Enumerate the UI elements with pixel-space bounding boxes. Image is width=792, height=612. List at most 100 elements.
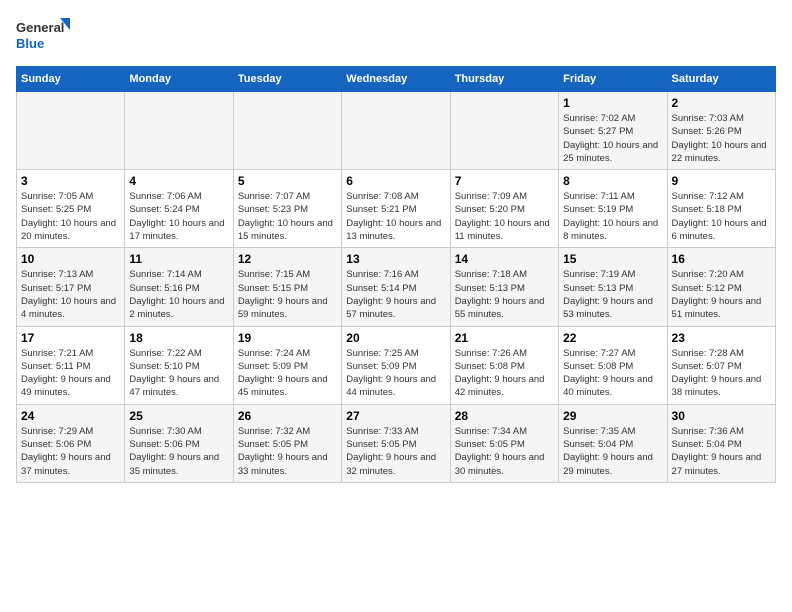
day-cell: 24 Sunrise: 7:29 AM Sunset: 5:06 PM Dayli… <box>17 404 125 482</box>
day-number: 21 <box>455 331 554 345</box>
calendar-table: SundayMondayTuesdayWednesdayThursdayFrid… <box>16 66 776 483</box>
day-info: Sunrise: 7:05 AM Sunset: 5:25 PM Dayligh… <box>21 190 120 243</box>
svg-text:General: General <box>16 20 64 35</box>
day-number: 28 <box>455 409 554 423</box>
col-header-thursday: Thursday <box>450 67 558 92</box>
day-info: Sunrise: 7:29 AM Sunset: 5:06 PM Dayligh… <box>21 425 120 478</box>
day-cell: 16 Sunrise: 7:20 AM Sunset: 5:12 PM Dayli… <box>667 248 775 326</box>
day-number: 19 <box>238 331 337 345</box>
day-cell: 12 Sunrise: 7:15 AM Sunset: 5:15 PM Dayli… <box>233 248 341 326</box>
day-cell: 21 Sunrise: 7:26 AM Sunset: 5:08 PM Dayli… <box>450 326 558 404</box>
day-info: Sunrise: 7:26 AM Sunset: 5:08 PM Dayligh… <box>455 347 554 400</box>
day-number: 20 <box>346 331 445 345</box>
day-number: 12 <box>238 252 337 266</box>
day-info: Sunrise: 7:36 AM Sunset: 5:04 PM Dayligh… <box>672 425 771 478</box>
day-number: 7 <box>455 174 554 188</box>
day-info: Sunrise: 7:24 AM Sunset: 5:09 PM Dayligh… <box>238 347 337 400</box>
day-cell: 23 Sunrise: 7:28 AM Sunset: 5:07 PM Dayli… <box>667 326 775 404</box>
day-info: Sunrise: 7:16 AM Sunset: 5:14 PM Dayligh… <box>346 268 445 321</box>
day-info: Sunrise: 7:27 AM Sunset: 5:08 PM Dayligh… <box>563 347 662 400</box>
week-row-1: 1 Sunrise: 7:02 AM Sunset: 5:27 PM Daylig… <box>17 92 776 170</box>
day-info: Sunrise: 7:09 AM Sunset: 5:20 PM Dayligh… <box>455 190 554 243</box>
day-cell: 9 Sunrise: 7:12 AM Sunset: 5:18 PM Daylig… <box>667 170 775 248</box>
day-info: Sunrise: 7:03 AM Sunset: 5:26 PM Dayligh… <box>672 112 771 165</box>
day-number: 9 <box>672 174 771 188</box>
day-cell: 7 Sunrise: 7:09 AM Sunset: 5:20 PM Daylig… <box>450 170 558 248</box>
header-row: SundayMondayTuesdayWednesdayThursdayFrid… <box>17 67 776 92</box>
week-row-3: 10 Sunrise: 7:13 AM Sunset: 5:17 PM Dayli… <box>17 248 776 326</box>
svg-text:Blue: Blue <box>16 36 44 51</box>
day-cell: 22 Sunrise: 7:27 AM Sunset: 5:08 PM Dayli… <box>559 326 667 404</box>
day-number: 15 <box>563 252 662 266</box>
week-row-2: 3 Sunrise: 7:05 AM Sunset: 5:25 PM Daylig… <box>17 170 776 248</box>
col-header-monday: Monday <box>125 67 233 92</box>
day-number: 30 <box>672 409 771 423</box>
day-number: 27 <box>346 409 445 423</box>
week-row-5: 24 Sunrise: 7:29 AM Sunset: 5:06 PM Dayli… <box>17 404 776 482</box>
day-cell: 14 Sunrise: 7:18 AM Sunset: 5:13 PM Dayli… <box>450 248 558 326</box>
day-number: 2 <box>672 96 771 110</box>
day-info: Sunrise: 7:33 AM Sunset: 5:05 PM Dayligh… <box>346 425 445 478</box>
day-info: Sunrise: 7:14 AM Sunset: 5:16 PM Dayligh… <box>129 268 228 321</box>
col-header-sunday: Sunday <box>17 67 125 92</box>
day-cell: 17 Sunrise: 7:21 AM Sunset: 5:11 PM Dayli… <box>17 326 125 404</box>
day-number: 11 <box>129 252 228 266</box>
header: GeneralBlue <box>16 16 776 56</box>
day-number: 13 <box>346 252 445 266</box>
day-cell: 15 Sunrise: 7:19 AM Sunset: 5:13 PM Dayli… <box>559 248 667 326</box>
day-info: Sunrise: 7:15 AM Sunset: 5:15 PM Dayligh… <box>238 268 337 321</box>
day-number: 17 <box>21 331 120 345</box>
day-info: Sunrise: 7:28 AM Sunset: 5:07 PM Dayligh… <box>672 347 771 400</box>
day-info: Sunrise: 7:19 AM Sunset: 5:13 PM Dayligh… <box>563 268 662 321</box>
day-number: 10 <box>21 252 120 266</box>
day-cell <box>125 92 233 170</box>
day-cell <box>233 92 341 170</box>
day-number: 4 <box>129 174 228 188</box>
day-info: Sunrise: 7:21 AM Sunset: 5:11 PM Dayligh… <box>21 347 120 400</box>
day-number: 29 <box>563 409 662 423</box>
day-cell: 5 Sunrise: 7:07 AM Sunset: 5:23 PM Daylig… <box>233 170 341 248</box>
day-info: Sunrise: 7:32 AM Sunset: 5:05 PM Dayligh… <box>238 425 337 478</box>
day-cell: 28 Sunrise: 7:34 AM Sunset: 5:05 PM Dayli… <box>450 404 558 482</box>
day-number: 23 <box>672 331 771 345</box>
day-cell: 11 Sunrise: 7:14 AM Sunset: 5:16 PM Dayli… <box>125 248 233 326</box>
day-number: 25 <box>129 409 228 423</box>
day-info: Sunrise: 7:18 AM Sunset: 5:13 PM Dayligh… <box>455 268 554 321</box>
day-number: 1 <box>563 96 662 110</box>
day-cell: 27 Sunrise: 7:33 AM Sunset: 5:05 PM Dayli… <box>342 404 450 482</box>
day-cell: 4Sunrise: 7:06 AM Sunset: 5:24 PM Daylig… <box>125 170 233 248</box>
day-info: Sunrise: 7:22 AM Sunset: 5:10 PM Dayligh… <box>129 347 228 400</box>
day-info: Sunrise: 7:34 AM Sunset: 5:05 PM Dayligh… <box>455 425 554 478</box>
day-info: Sunrise: 7:07 AM Sunset: 5:23 PM Dayligh… <box>238 190 337 243</box>
day-cell: 26 Sunrise: 7:32 AM Sunset: 5:05 PM Dayli… <box>233 404 341 482</box>
day-number: 26 <box>238 409 337 423</box>
day-cell <box>17 92 125 170</box>
day-info: Sunrise: 7:12 AM Sunset: 5:18 PM Dayligh… <box>672 190 771 243</box>
day-cell: 29 Sunrise: 7:35 AM Sunset: 5:04 PM Dayli… <box>559 404 667 482</box>
day-cell: 25Sunrise: 7:30 AM Sunset: 5:06 PM Dayli… <box>125 404 233 482</box>
day-number: 16 <box>672 252 771 266</box>
day-info: Sunrise: 7:25 AM Sunset: 5:09 PM Dayligh… <box>346 347 445 400</box>
col-header-friday: Friday <box>559 67 667 92</box>
logo-svg: GeneralBlue <box>16 16 76 56</box>
day-info: Sunrise: 7:35 AM Sunset: 5:04 PM Dayligh… <box>563 425 662 478</box>
day-cell: 13 Sunrise: 7:16 AM Sunset: 5:14 PM Dayli… <box>342 248 450 326</box>
day-info: Sunrise: 7:20 AM Sunset: 5:12 PM Dayligh… <box>672 268 771 321</box>
day-number: 22 <box>563 331 662 345</box>
day-cell: 8Sunrise: 7:11 AM Sunset: 5:19 PM Daylig… <box>559 170 667 248</box>
day-cell: 6Sunrise: 7:08 AM Sunset: 5:21 PM Daylig… <box>342 170 450 248</box>
day-cell: 18Sunrise: 7:22 AM Sunset: 5:10 PM Dayli… <box>125 326 233 404</box>
day-info: Sunrise: 7:02 AM Sunset: 5:27 PM Dayligh… <box>563 112 662 165</box>
day-number: 3 <box>21 174 120 188</box>
day-cell: 2 Sunrise: 7:03 AM Sunset: 5:26 PM Daylig… <box>667 92 775 170</box>
day-info: Sunrise: 7:13 AM Sunset: 5:17 PM Dayligh… <box>21 268 120 321</box>
day-cell <box>342 92 450 170</box>
day-number: 24 <box>21 409 120 423</box>
day-number: 5 <box>238 174 337 188</box>
day-cell: 3 Sunrise: 7:05 AM Sunset: 5:25 PM Daylig… <box>17 170 125 248</box>
day-number: 14 <box>455 252 554 266</box>
day-cell: 30 Sunrise: 7:36 AM Sunset: 5:04 PM Dayli… <box>667 404 775 482</box>
day-cell: 20 Sunrise: 7:25 AM Sunset: 5:09 PM Dayli… <box>342 326 450 404</box>
day-info: Sunrise: 7:11 AM Sunset: 5:19 PM Dayligh… <box>563 190 662 243</box>
col-header-tuesday: Tuesday <box>233 67 341 92</box>
